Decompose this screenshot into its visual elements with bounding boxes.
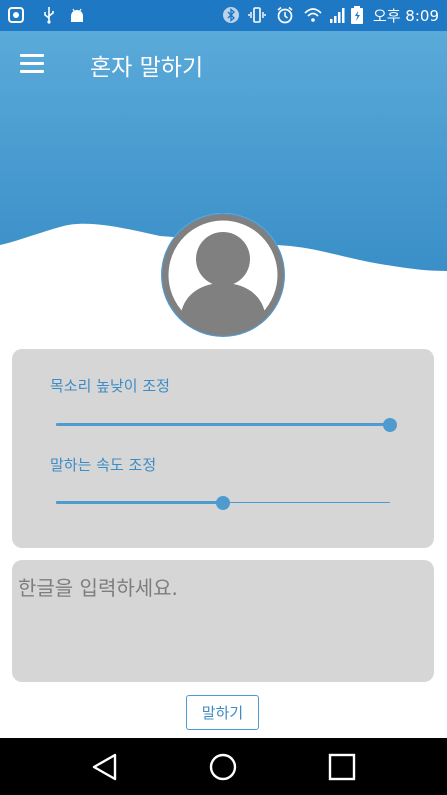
pitch-slider[interactable] (56, 418, 397, 432)
slider-fill (56, 423, 390, 426)
page-title: 혼자 말하기 (90, 55, 204, 81)
pitch-label: 목소리 높낮이 조정 (50, 377, 170, 395)
vibrate-icon (248, 7, 266, 23)
home-icon[interactable] (201, 746, 245, 788)
menu-button[interactable] (20, 54, 50, 78)
speed-slider[interactable] (56, 496, 390, 510)
signal-icon (330, 8, 345, 23)
back-icon[interactable] (83, 746, 127, 788)
slider-thumb[interactable] (216, 496, 230, 510)
hamburger-menu-line (20, 70, 44, 73)
speak-button[interactable]: 말하기 (186, 695, 259, 730)
notification-app-icon (8, 7, 24, 23)
status-time: 오후 8:09 (372, 7, 439, 25)
slider-fill (56, 501, 223, 504)
hamburger-menu-icon (20, 54, 44, 57)
hamburger-menu-line (20, 62, 44, 65)
navigation-bar (0, 738, 447, 795)
recents-icon[interactable] (320, 746, 364, 788)
status-bar: 오후 8:09 (0, 0, 447, 31)
voice-settings-panel: 목소리 높낮이 조정 말하는 속도 조정 (12, 349, 434, 548)
person-avatar-icon (161, 213, 285, 337)
alarm-icon (277, 6, 293, 24)
speed-label: 말하는 속도 조정 (50, 456, 157, 474)
korean-text-input[interactable] (12, 560, 434, 682)
battery-icon (351, 6, 363, 24)
android-debug-icon (71, 8, 83, 22)
usb-icon (44, 7, 54, 24)
slider-thumb[interactable] (383, 418, 397, 432)
bluetooth-icon (223, 7, 239, 23)
wifi-icon (304, 8, 322, 22)
